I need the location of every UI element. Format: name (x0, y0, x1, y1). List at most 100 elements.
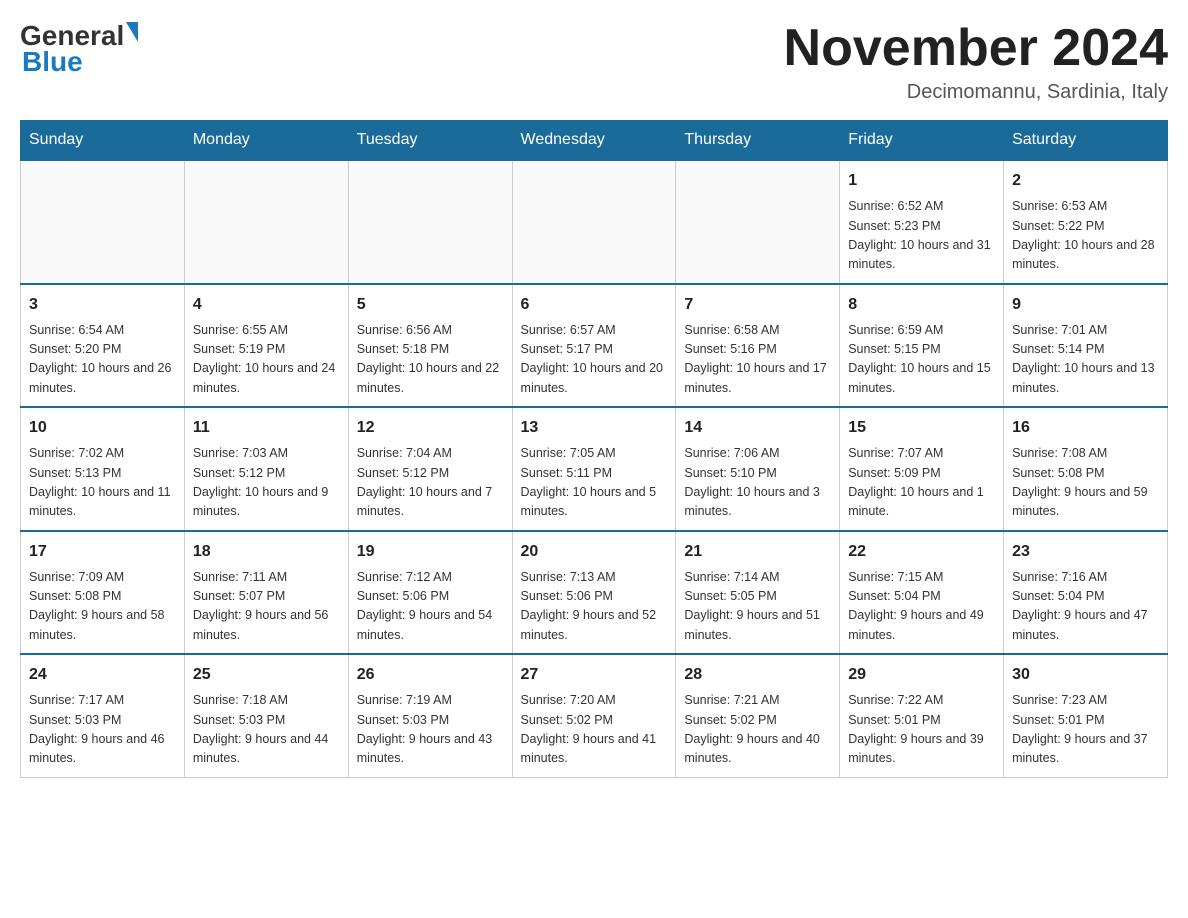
day-number: 16 (1012, 416, 1159, 440)
sun-info: Sunrise: 6:54 AMSunset: 5:20 PMDaylight:… (29, 321, 176, 399)
calendar-cell: 15 Sunrise: 7:07 AMSunset: 5:09 PMDayligh… (840, 407, 1004, 531)
calendar-cell (512, 160, 676, 284)
week-row-2: 3Sunrise: 6:54 AMSunset: 5:20 PMDaylight… (21, 284, 1168, 408)
sun-info: Sunrise: 7:06 AMSunset: 5:10 PMDaylight:… (684, 444, 831, 522)
logo-triangle-icon (126, 22, 138, 42)
weekday-header-wednesday: Wednesday (512, 121, 676, 161)
calendar-cell: 22 Sunrise: 7:15 AMSunset: 5:04 PMDayligh… (840, 531, 1004, 655)
sun-info: Sunrise: 7:02 AMSunset: 5:13 PMDaylight:… (29, 444, 176, 522)
calendar-cell: 6 Sunrise: 6:57 AMSunset: 5:17 PMDaylight… (512, 284, 676, 408)
day-number: 4 (193, 293, 340, 317)
day-number: 23 (1012, 540, 1159, 564)
calendar-cell: 23 Sunrise: 7:16 AMSunset: 5:04 PMDayligh… (1004, 531, 1168, 655)
day-number: 8 (848, 293, 995, 317)
week-row-5: 24Sunrise: 7:17 AMSunset: 5:03 PMDayligh… (21, 654, 1168, 777)
calendar-cell: 26Sunrise: 7:19 AMSunset: 5:03 PMDayligh… (348, 654, 512, 777)
sun-info: Sunrise: 7:08 AMSunset: 5:08 PMDaylight:… (1012, 444, 1159, 522)
calendar-cell (184, 160, 348, 284)
logo: General Blue (20, 20, 138, 78)
sun-info: Sunrise: 7:18 AMSunset: 5:03 PMDaylight:… (193, 691, 340, 769)
sun-info: Sunrise: 7:20 AMSunset: 5:02 PMDaylight:… (521, 691, 668, 769)
calendar-cell: 30 Sunrise: 7:23 AMSunset: 5:01 PMDayligh… (1004, 654, 1168, 777)
weekday-header-saturday: Saturday (1004, 121, 1168, 161)
day-number: 29 (848, 663, 995, 687)
sun-info: Sunrise: 6:58 AMSunset: 5:16 PMDaylight:… (684, 321, 831, 399)
calendar-cell: 5 Sunrise: 6:56 AMSunset: 5:18 PMDaylight… (348, 284, 512, 408)
sun-info: Sunrise: 6:59 AMSunset: 5:15 PMDaylight:… (848, 321, 995, 399)
sun-info: Sunrise: 7:19 AMSunset: 5:03 PMDaylight:… (357, 691, 504, 769)
page-header: General Blue November 2024 Decimomannu, … (20, 20, 1168, 104)
day-number: 6 (521, 293, 668, 317)
month-title: November 2024 (784, 20, 1168, 77)
day-number: 5 (357, 293, 504, 317)
logo-blue-text: Blue (22, 46, 138, 78)
sun-info: Sunrise: 7:15 AMSunset: 5:04 PMDaylight:… (848, 568, 995, 646)
calendar-cell: 29 Sunrise: 7:22 AMSunset: 5:01 PMDayligh… (840, 654, 1004, 777)
calendar-cell (348, 160, 512, 284)
calendar-table: SundayMondayTuesdayWednesdayThursdayFrid… (20, 120, 1168, 778)
sun-info: Sunrise: 7:05 AMSunset: 5:11 PMDaylight:… (521, 444, 668, 522)
calendar-cell: 21Sunrise: 7:14 AMSunset: 5:05 PMDayligh… (676, 531, 840, 655)
sun-info: Sunrise: 7:16 AMSunset: 5:04 PMDaylight:… (1012, 568, 1159, 646)
sun-info: Sunrise: 7:21 AMSunset: 5:02 PMDaylight:… (684, 691, 831, 769)
day-number: 2 (1012, 169, 1159, 193)
sun-info: Sunrise: 6:57 AMSunset: 5:17 PMDaylight:… (521, 321, 668, 399)
day-number: 25 (193, 663, 340, 687)
day-number: 14 (684, 416, 831, 440)
weekday-header-friday: Friday (840, 121, 1004, 161)
sun-info: Sunrise: 7:09 AMSunset: 5:08 PMDaylight:… (29, 568, 176, 646)
sun-info: Sunrise: 7:13 AMSunset: 5:06 PMDaylight:… (521, 568, 668, 646)
day-number: 27 (521, 663, 668, 687)
sun-info: Sunrise: 6:53 AMSunset: 5:22 PMDaylight:… (1012, 197, 1159, 275)
day-number: 22 (848, 540, 995, 564)
sun-info: Sunrise: 6:52 AMSunset: 5:23 PMDaylight:… (848, 197, 995, 275)
weekday-header-row: SundayMondayTuesdayWednesdayThursdayFrid… (21, 121, 1168, 161)
week-row-3: 10 Sunrise: 7:02 AMSunset: 5:13 PMDayligh… (21, 407, 1168, 531)
sun-info: Sunrise: 6:56 AMSunset: 5:18 PMDaylight:… (357, 321, 504, 399)
calendar-cell: 25 Sunrise: 7:18 AMSunset: 5:03 PMDayligh… (184, 654, 348, 777)
calendar-cell: 13Sunrise: 7:05 AMSunset: 5:11 PMDayligh… (512, 407, 676, 531)
week-row-4: 17 Sunrise: 7:09 AMSunset: 5:08 PMDayligh… (21, 531, 1168, 655)
day-number: 11 (193, 416, 340, 440)
day-number: 18 (193, 540, 340, 564)
weekday-header-tuesday: Tuesday (348, 121, 512, 161)
weekday-header-thursday: Thursday (676, 121, 840, 161)
sun-info: Sunrise: 7:07 AMSunset: 5:09 PMDaylight:… (848, 444, 995, 522)
calendar-cell: 24Sunrise: 7:17 AMSunset: 5:03 PMDayligh… (21, 654, 185, 777)
week-row-1: 1Sunrise: 6:52 AMSunset: 5:23 PMDaylight… (21, 160, 1168, 284)
day-number: 12 (357, 416, 504, 440)
day-number: 19 (357, 540, 504, 564)
calendar-cell: 12Sunrise: 7:04 AMSunset: 5:12 PMDayligh… (348, 407, 512, 531)
day-number: 20 (521, 540, 668, 564)
calendar-cell: 19 Sunrise: 7:12 AMSunset: 5:06 PMDayligh… (348, 531, 512, 655)
day-number: 17 (29, 540, 176, 564)
calendar-cell: 1Sunrise: 6:52 AMSunset: 5:23 PMDaylight… (840, 160, 1004, 284)
weekday-header-sunday: Sunday (21, 121, 185, 161)
sun-info: Sunrise: 7:11 AMSunset: 5:07 PMDaylight:… (193, 568, 340, 646)
day-number: 24 (29, 663, 176, 687)
calendar-cell: 10 Sunrise: 7:02 AMSunset: 5:13 PMDayligh… (21, 407, 185, 531)
calendar-cell: 16 Sunrise: 7:08 AMSunset: 5:08 PMDayligh… (1004, 407, 1168, 531)
sun-info: Sunrise: 6:55 AMSunset: 5:19 PMDaylight:… (193, 321, 340, 399)
day-number: 15 (848, 416, 995, 440)
day-number: 7 (684, 293, 831, 317)
calendar-cell: 11Sunrise: 7:03 AMSunset: 5:12 PMDayligh… (184, 407, 348, 531)
sun-info: Sunrise: 7:01 AMSunset: 5:14 PMDaylight:… (1012, 321, 1159, 399)
calendar-cell: 27 Sunrise: 7:20 AMSunset: 5:02 PMDayligh… (512, 654, 676, 777)
calendar-cell: 8 Sunrise: 6:59 AMSunset: 5:15 PMDaylight… (840, 284, 1004, 408)
calendar-cell: 4 Sunrise: 6:55 AMSunset: 5:19 PMDaylight… (184, 284, 348, 408)
sun-info: Sunrise: 7:22 AMSunset: 5:01 PMDaylight:… (848, 691, 995, 769)
calendar-cell: 28Sunrise: 7:21 AMSunset: 5:02 PMDayligh… (676, 654, 840, 777)
calendar-cell: 20 Sunrise: 7:13 AMSunset: 5:06 PMDayligh… (512, 531, 676, 655)
sun-info: Sunrise: 7:23 AMSunset: 5:01 PMDaylight:… (1012, 691, 1159, 769)
sun-info: Sunrise: 7:14 AMSunset: 5:05 PMDaylight:… (684, 568, 831, 646)
calendar-cell: 14 Sunrise: 7:06 AMSunset: 5:10 PMDayligh… (676, 407, 840, 531)
calendar-cell: 3Sunrise: 6:54 AMSunset: 5:20 PMDaylight… (21, 284, 185, 408)
day-number: 9 (1012, 293, 1159, 317)
day-number: 30 (1012, 663, 1159, 687)
calendar-cell (21, 160, 185, 284)
calendar-cell: 2 Sunrise: 6:53 AMSunset: 5:22 PMDaylight… (1004, 160, 1168, 284)
sun-info: Sunrise: 7:12 AMSunset: 5:06 PMDaylight:… (357, 568, 504, 646)
calendar-cell: 17 Sunrise: 7:09 AMSunset: 5:08 PMDayligh… (21, 531, 185, 655)
day-number: 10 (29, 416, 176, 440)
